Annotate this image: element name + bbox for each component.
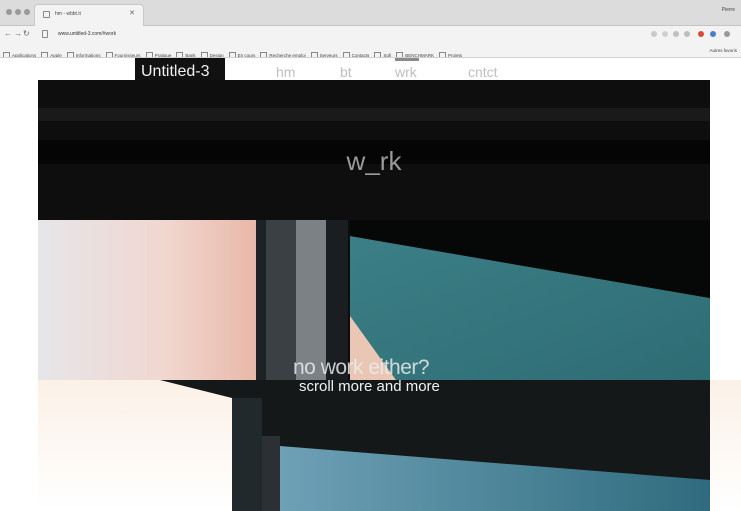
window-frame bbox=[266, 220, 296, 380]
close-tab-icon[interactable]: ✕ bbox=[129, 9, 135, 17]
bookmark-star-icon[interactable] bbox=[651, 31, 657, 37]
extension-icon[interactable] bbox=[684, 31, 690, 37]
web-page: Untitled-3 hm bt wrk cntct w_rk no work … bbox=[0, 58, 741, 511]
extension-red-icon[interactable] bbox=[698, 31, 704, 37]
tab-title: hm - wbbt.it bbox=[55, 11, 81, 17]
menu-icon[interactable] bbox=[724, 31, 730, 37]
page-info-icon[interactable] bbox=[42, 30, 48, 38]
browser-window: hm - wbbt.it ✕ Pierre ← → ↻ www.untitled… bbox=[0, 0, 741, 511]
page-favicon-icon bbox=[43, 11, 50, 18]
tab-bar: hm - wbbt.it ✕ Pierre bbox=[0, 0, 741, 26]
site-nav: Untitled-3 hm bt wrk cntct bbox=[0, 58, 741, 82]
browser-tab[interactable]: hm - wbbt.it ✕ bbox=[34, 4, 144, 26]
minimize-window-icon[interactable] bbox=[15, 9, 21, 15]
browser-toolbar: ← → ↻ www.untitled-3.com/#work bbox=[0, 26, 741, 44]
site-brand[interactable]: Untitled-3 bbox=[135, 58, 225, 82]
window-frame bbox=[256, 220, 266, 380]
maximize-window-icon[interactable] bbox=[24, 9, 30, 15]
nav-active-indicator bbox=[395, 58, 419, 61]
bookmarks-bar: Applications Apple Informations Fournisseur… bbox=[0, 44, 741, 58]
address-bar[interactable]: www.untitled-3.com/#work bbox=[34, 28, 644, 41]
extension-icon[interactable] bbox=[662, 31, 668, 37]
extension-icon[interactable] bbox=[673, 31, 679, 37]
forward-icon[interactable]: → bbox=[14, 29, 22, 39]
lower-frame-post bbox=[262, 436, 280, 511]
header-stripe bbox=[38, 108, 710, 121]
url-text[interactable]: www.untitled-3.com/#work bbox=[58, 31, 116, 37]
back-icon[interactable]: ← bbox=[4, 29, 12, 39]
hero-title: no work either? bbox=[293, 356, 430, 379]
bookmarks-other[interactable]: Autres favoris bbox=[709, 48, 737, 53]
nav-link-cntct[interactable]: cntct bbox=[468, 64, 498, 80]
section-title: w_rk bbox=[346, 146, 402, 176]
extension-blue-icon[interactable] bbox=[710, 31, 716, 37]
nav-link-wrk[interactable]: wrk bbox=[395, 64, 417, 80]
section-header-band: w_rk bbox=[38, 80, 710, 220]
hero-text: no work either? scroll more and more bbox=[293, 356, 440, 395]
nav-link-bt[interactable]: bt bbox=[340, 64, 352, 80]
lower-frame-post bbox=[232, 398, 262, 511]
hero-subtitle: scroll more and more bbox=[299, 378, 440, 395]
nav-link-hm[interactable]: hm bbox=[276, 64, 295, 80]
photo-sky bbox=[38, 220, 256, 380]
reload-icon[interactable]: ↻ bbox=[23, 29, 30, 39]
close-window-icon[interactable] bbox=[6, 9, 12, 15]
profile-name[interactable]: Pierre bbox=[722, 7, 735, 13]
